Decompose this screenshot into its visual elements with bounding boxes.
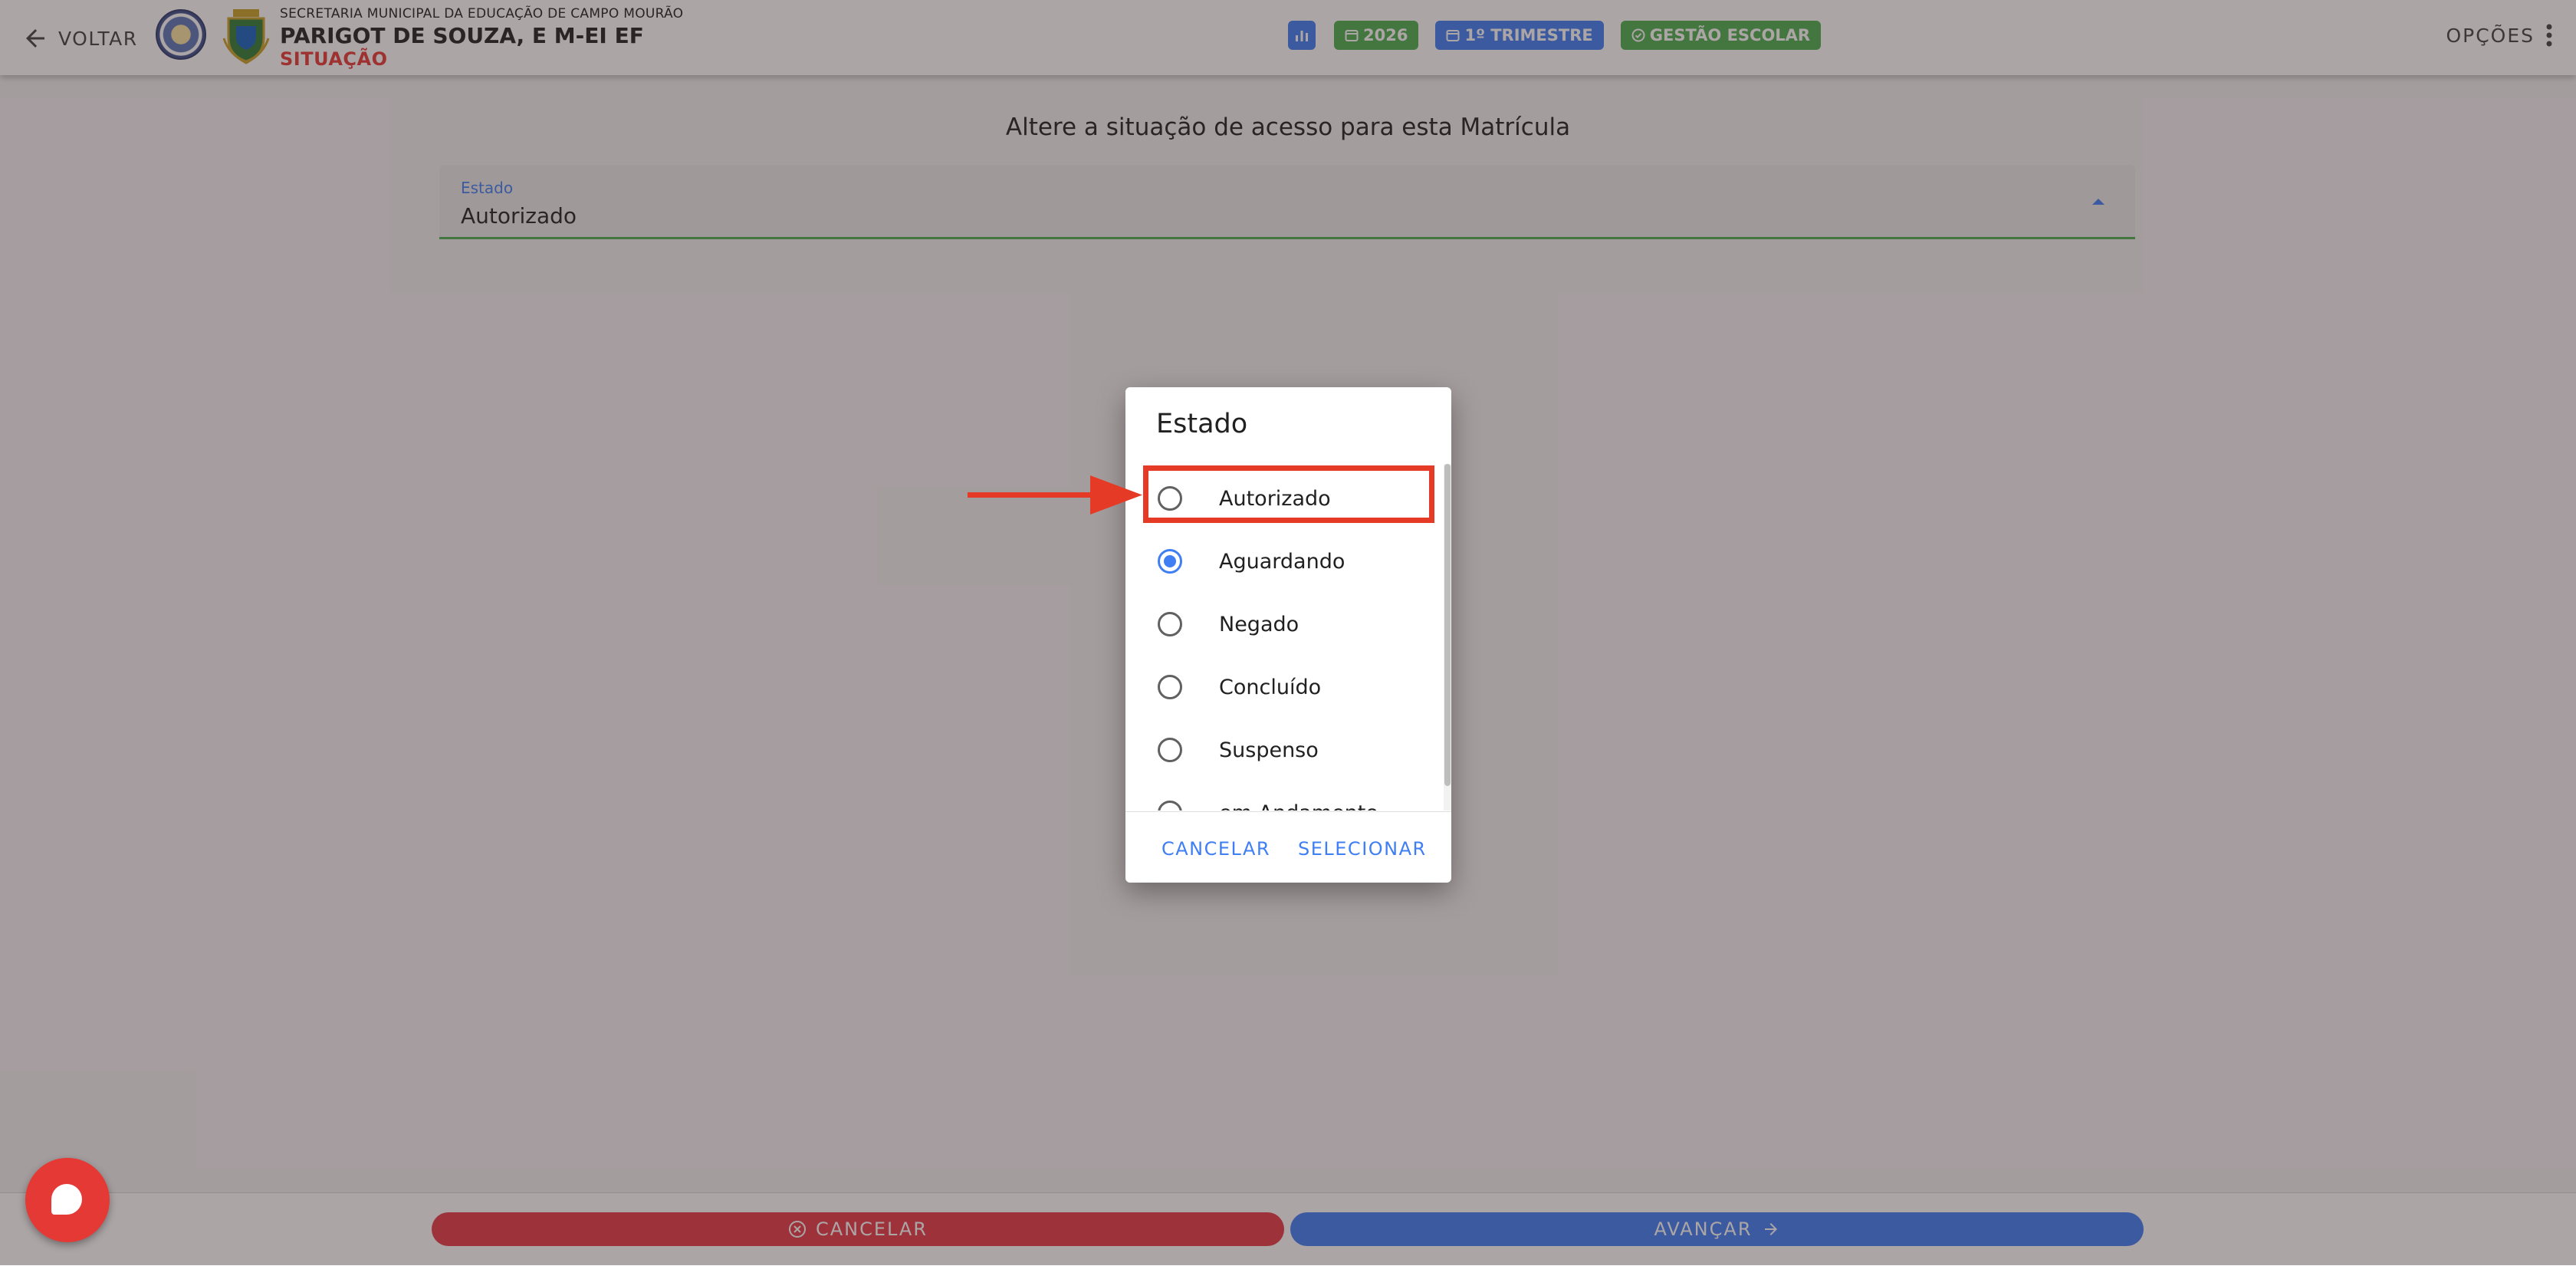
radio-aguardando[interactable] xyxy=(1158,549,1182,574)
dialog-select-button[interactable]: SELECIONAR xyxy=(1298,838,1427,860)
option-label: Negado xyxy=(1219,612,1300,636)
option-label: em Andamento xyxy=(1219,801,1378,811)
chat-fab-button[interactable] xyxy=(25,1158,110,1242)
chat-bubble-icon xyxy=(51,1184,82,1215)
option-concluido[interactable]: Concluído xyxy=(1125,656,1440,718)
annotation-arrow-icon xyxy=(968,475,1142,515)
radio-em-andamento[interactable] xyxy=(1158,801,1182,811)
dialog-actions: CANCELAR SELECIONAR xyxy=(1125,811,1451,883)
radio-concluido[interactable] xyxy=(1158,675,1182,699)
option-label: Concluído xyxy=(1219,675,1322,699)
option-label: Aguardando xyxy=(1219,549,1346,574)
option-suspenso[interactable]: Suspenso xyxy=(1125,718,1440,781)
dialog-scrollbar[interactable] xyxy=(1444,464,1451,811)
radio-negado[interactable] xyxy=(1158,612,1182,636)
option-label: Suspenso xyxy=(1219,738,1319,762)
radio-suspenso[interactable] xyxy=(1158,738,1182,762)
annotation-highlight-box xyxy=(1143,465,1434,523)
dialog-cancel-button[interactable]: CANCELAR xyxy=(1162,838,1270,860)
option-aguardando[interactable]: Aguardando xyxy=(1125,530,1440,593)
option-em-andamento[interactable]: em Andamento xyxy=(1125,781,1440,811)
dialog-title: Estado xyxy=(1156,409,1248,439)
option-negado[interactable]: Negado xyxy=(1125,593,1440,656)
estado-dialog: Estado Autorizado Aguardando Negado Conc… xyxy=(1125,387,1451,883)
scrollbar-thumb[interactable] xyxy=(1444,464,1451,786)
